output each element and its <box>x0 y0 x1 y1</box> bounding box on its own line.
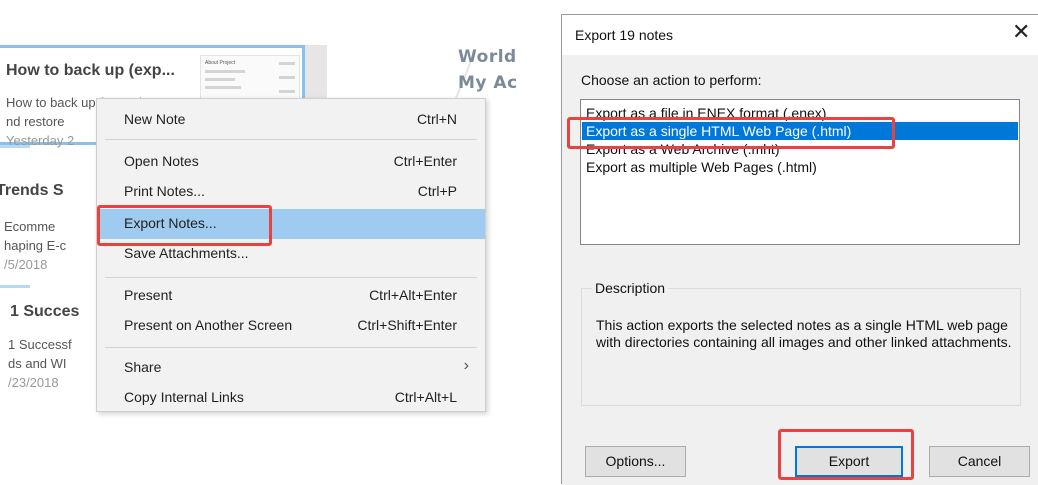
chevron-right-icon: › <box>463 357 469 374</box>
note-title: How to back up (exp... <box>6 62 175 79</box>
annotation-highlight-box <box>567 117 895 149</box>
evernote-window: How to back up (exp... How to back up (e… <box>0 0 540 484</box>
menu-item-open-notes[interactable]: Open Notes Ctrl+Enter <box>97 147 485 177</box>
menu-item-share[interactable]: Share › <box>97 353 485 383</box>
menu-item-shortcut: Ctrl+Enter <box>393 153 457 169</box>
note-snippet-line: ds and WI <box>8 356 67 371</box>
menu-item-shortcut: Ctrl+N <box>416 111 457 127</box>
description-text: This action exports the selected notes a… <box>596 317 1012 350</box>
note-heading: World <box>458 47 517 67</box>
menu-item-label: New Note <box>124 111 186 127</box>
annotation-highlight-box <box>778 429 914 480</box>
note-divider <box>0 145 30 148</box>
options-button[interactable]: Options... <box>585 446 686 477</box>
menu-item-label: Copy Internal Links <box>124 389 244 405</box>
note-snippet-line: Ecomme <box>4 219 56 234</box>
menu-separator <box>105 347 477 348</box>
menu-item-shortcut: Ctrl+Shift+Enter <box>357 317 457 333</box>
note-snippet: Ecomme haping E-c /5/2018 <box>4 217 66 274</box>
menu-item-label: Share <box>124 359 162 375</box>
menu-item-new-note[interactable]: New Note Ctrl+N <box>97 105 485 135</box>
note-date: /5/2018 <box>4 257 48 272</box>
menu-separator <box>105 277 477 278</box>
description-group: Description This action exports the sele… <box>581 280 1021 406</box>
menu-item-print-notes[interactable]: Print Notes... Ctrl+P <box>97 177 485 207</box>
choose-action-label: Choose an action to perform: <box>581 72 762 88</box>
annotation-highlight-box <box>97 205 272 246</box>
note-title: 1 Succes <box>10 303 80 320</box>
menu-separator <box>105 139 477 140</box>
note-title: Trends S <box>0 182 64 199</box>
export-dialog: Export 19 notes ✕ Choose an action to pe… <box>561 14 1038 485</box>
option-multiple-web-pages[interactable]: Export as multiple Web Pages (.html) <box>582 158 1018 176</box>
menu-item-label: Present on Another Screen <box>124 317 293 333</box>
note-divider <box>0 285 30 288</box>
note-snippet-line: haping E-c <box>4 238 67 253</box>
menu-item-shortcut: Ctrl+P <box>417 183 457 199</box>
menu-item-copy-internal-links[interactable]: Copy Internal Links Ctrl+Alt+L <box>97 383 485 413</box>
dialog-title: Export 19 notes <box>575 27 674 43</box>
menu-item-label: Save Attachments... <box>124 245 249 261</box>
context-menu: New Note Ctrl+N Open Notes Ctrl+Enter Pr… <box>96 98 486 412</box>
dialog-titlebar: Export 19 notes ✕ <box>562 15 1038 55</box>
menu-item-shortcut: Ctrl+Alt+L <box>394 389 457 405</box>
note-date: /23/2018 <box>8 375 59 390</box>
thumbnail-title: About Project <box>205 60 236 66</box>
description-legend: Description <box>592 280 669 296</box>
menu-item-label: Print Notes... <box>124 183 205 199</box>
menu-item-present-another-screen[interactable]: Present on Another Screen Ctrl+Shift+Ent… <box>97 311 485 341</box>
note-snippet-line: 1 Successf <box>8 337 72 352</box>
note-heading: My Ac <box>458 73 518 93</box>
cancel-button[interactable]: Cancel <box>929 446 1030 477</box>
menu-item-shortcut: Ctrl+Alt+Enter <box>369 287 457 303</box>
note-snippet: 1 Successf ds and WI /23/2018 <box>8 335 72 392</box>
menu-item-label: Present <box>124 287 173 303</box>
close-icon[interactable]: ✕ <box>1012 20 1030 45</box>
menu-item-label: Open Notes <box>124 153 199 169</box>
menu-item-present[interactable]: Present Ctrl+Alt+Enter <box>97 281 485 311</box>
